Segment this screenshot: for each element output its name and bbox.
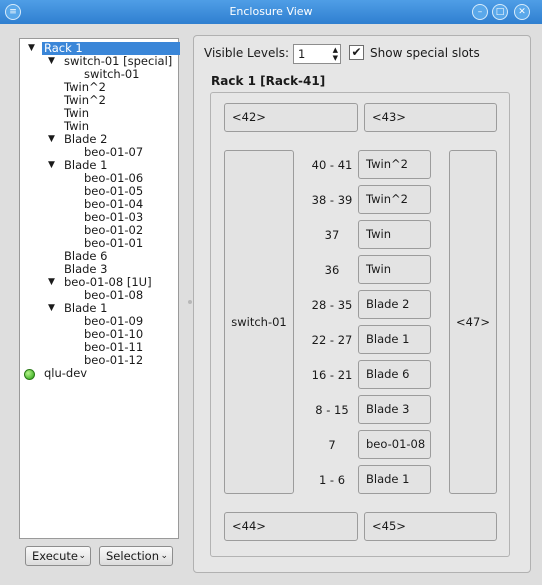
selection-button-label: Selection — [106, 549, 159, 563]
expand-arrow-icon[interactable]: ▼ — [48, 134, 55, 144]
rack-slot-43[interactable]: <43> — [364, 103, 497, 132]
execute-button[interactable]: Execute ⌄ — [25, 546, 91, 566]
rack-slot-44[interactable]: <44> — [224, 512, 358, 541]
expand-arrow-icon[interactable]: ▼ — [48, 277, 55, 287]
execute-button-label: Execute — [32, 549, 78, 563]
slot-range-label: 8 - 15 — [315, 403, 349, 417]
selection-button[interactable]: Selection ⌄ — [99, 546, 173, 566]
slot-range-label: 36 — [324, 263, 340, 277]
rack-slot[interactable]: Blade 1 — [358, 465, 431, 494]
spin-down-icon[interactable]: ▼ — [333, 54, 338, 62]
slot-range-label: 38 - 39 — [311, 193, 353, 207]
expand-arrow-icon[interactable]: ▼ — [28, 43, 35, 53]
tree-item[interactable]: qlu-dev — [42, 367, 87, 380]
slot-range-label: 40 - 41 — [311, 158, 353, 172]
chevron-down-icon: ⌄ — [160, 551, 168, 561]
chevron-down-icon: ⌄ — [78, 551, 86, 561]
tree-item[interactable]: beo-01-12 — [82, 354, 143, 367]
slot-range-label: 1 - 6 — [318, 473, 346, 487]
visible-levels-spinbox[interactable]: 1 ▲ ▼ — [293, 44, 341, 64]
title-bar: ≡ Enclosure View – □ ✕ — [0, 0, 542, 24]
rack-slot[interactable]: Blade 2 — [358, 290, 431, 319]
rack-slot-45[interactable]: <45> — [364, 512, 497, 541]
rack-slot-switch-01[interactable]: switch-01 — [224, 150, 294, 494]
rack-slot[interactable]: Twin — [358, 255, 431, 284]
rack-title: Rack 1 [Rack-41] — [211, 74, 326, 88]
expand-arrow-icon[interactable]: ▼ — [48, 303, 55, 313]
expand-arrow-icon[interactable]: ▼ — [48, 160, 55, 170]
slot-range-label: 28 - 35 — [311, 298, 353, 312]
spin-up-icon[interactable]: ▲ — [333, 46, 338, 54]
show-special-slots-label: Show special slots — [370, 46, 480, 60]
rack-slot[interactable]: beo-01-08 — [358, 430, 431, 459]
rack-slot[interactable]: Blade 6 — [358, 360, 431, 389]
visible-levels-value: 1 — [298, 47, 306, 61]
enclosure-view-window: ≡ Enclosure View – □ ✕ ▼ Rack 1 ▼ switch-01… — [0, 0, 542, 585]
slot-range-label: 22 - 27 — [311, 333, 353, 347]
maximize-icon[interactable]: □ — [492, 4, 508, 20]
slot-range-label: 16 - 21 — [311, 368, 353, 382]
close-icon[interactable]: ✕ — [514, 4, 530, 20]
rack-slot-47[interactable]: <47> — [449, 150, 497, 494]
rack-slot[interactable]: Blade 3 — [358, 395, 431, 424]
status-online-icon — [24, 369, 35, 380]
show-special-slots-checkbox[interactable]: ✔ — [349, 45, 364, 60]
rack-slot[interactable]: Twin — [358, 220, 431, 249]
minimize-icon[interactable]: – — [472, 4, 488, 20]
rack-slot[interactable]: Twin^2 — [358, 185, 431, 214]
window-title: Enclosure View — [229, 5, 313, 18]
slot-range-label: 37 — [324, 228, 340, 242]
slot-range-label: 7 — [328, 438, 336, 452]
rack-slot[interactable]: Twin^2 — [358, 150, 431, 179]
visible-levels-label: Visible Levels: — [204, 46, 289, 60]
rack-slot[interactable]: Blade 1 — [358, 325, 431, 354]
rack-slot-42[interactable]: <42> — [224, 103, 358, 132]
expand-arrow-icon[interactable]: ▼ — [48, 56, 55, 66]
device-tree[interactable]: ▼ Rack 1 ▼ switch-01 [special] switch-01 Twin… — [19, 38, 180, 539]
splitter-handle[interactable] — [188, 300, 192, 304]
